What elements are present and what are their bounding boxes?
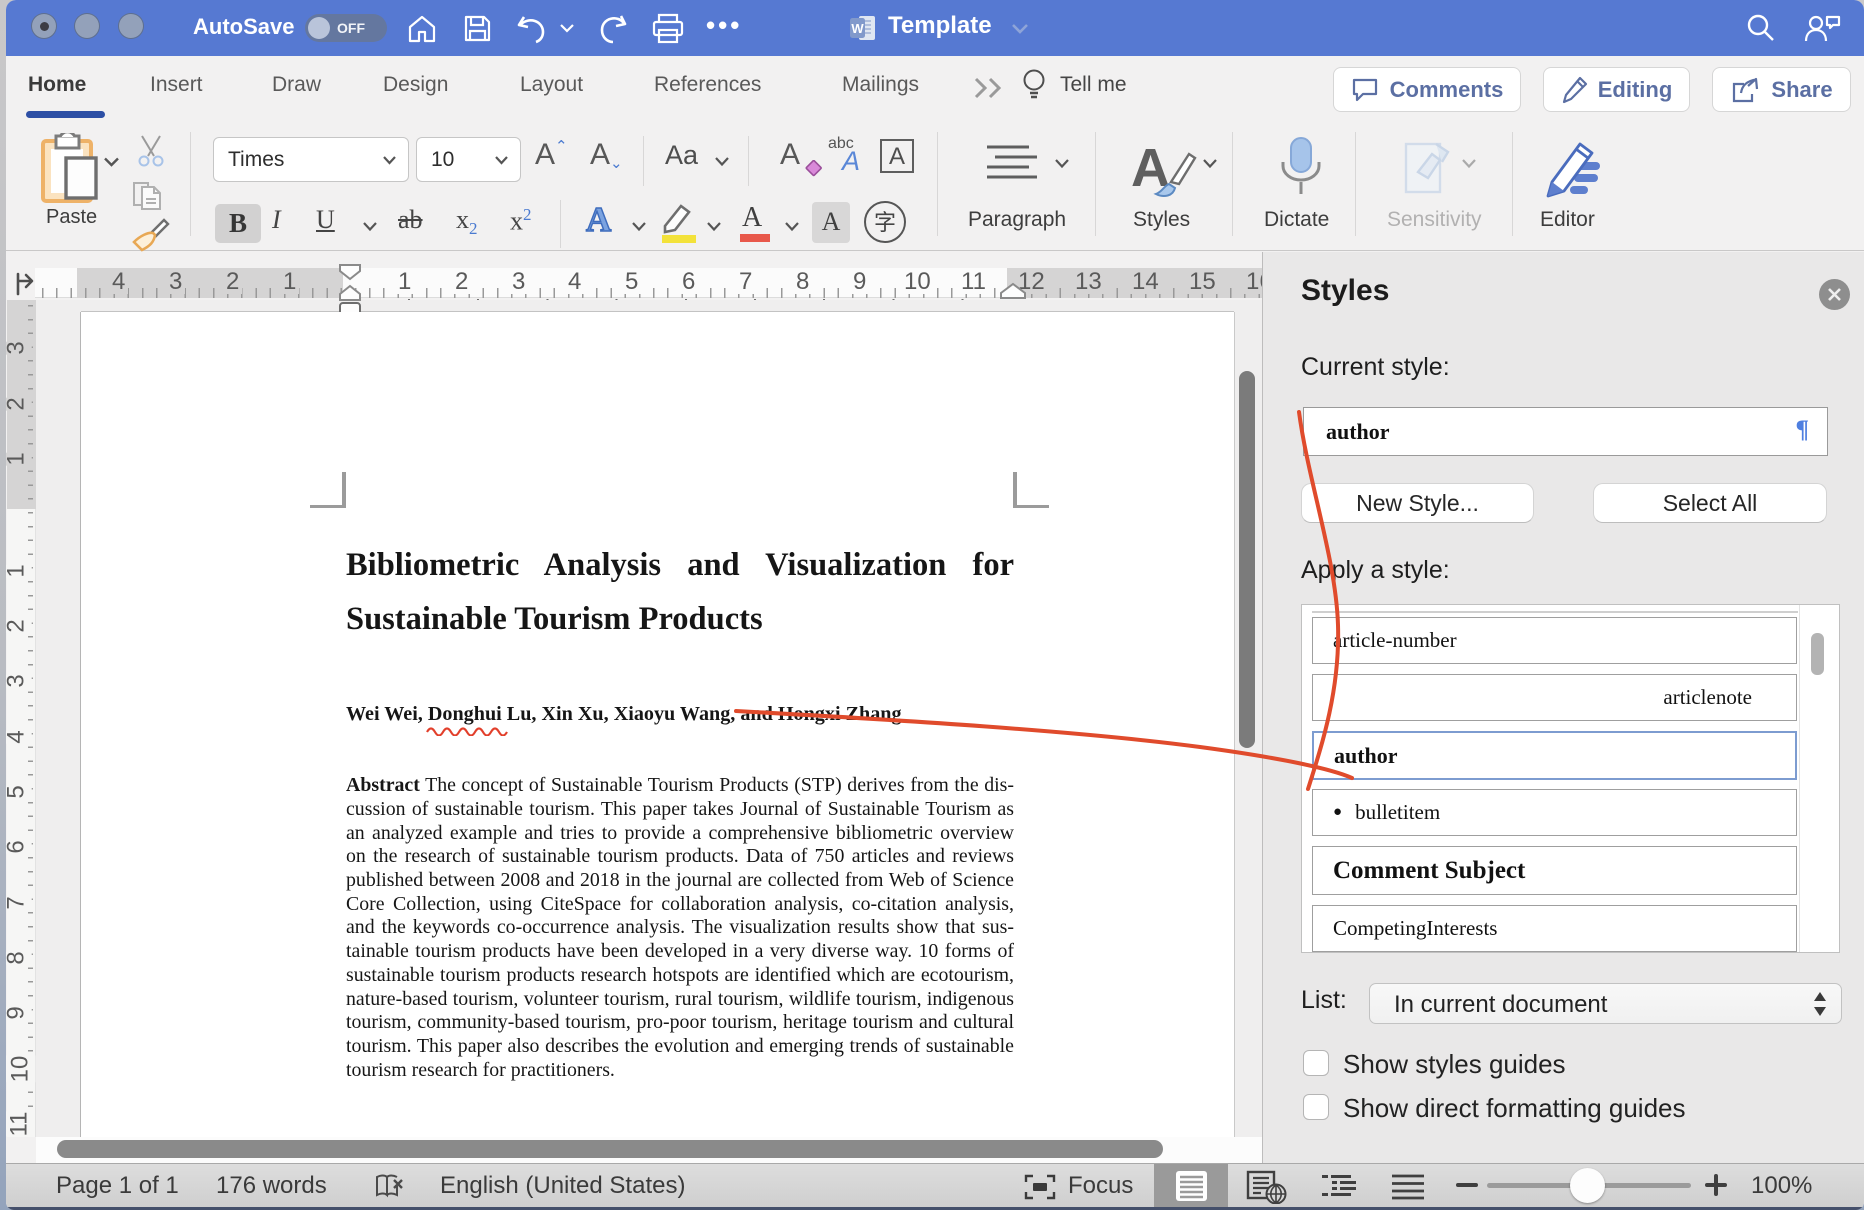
svg-text:W: W (851, 21, 864, 36)
